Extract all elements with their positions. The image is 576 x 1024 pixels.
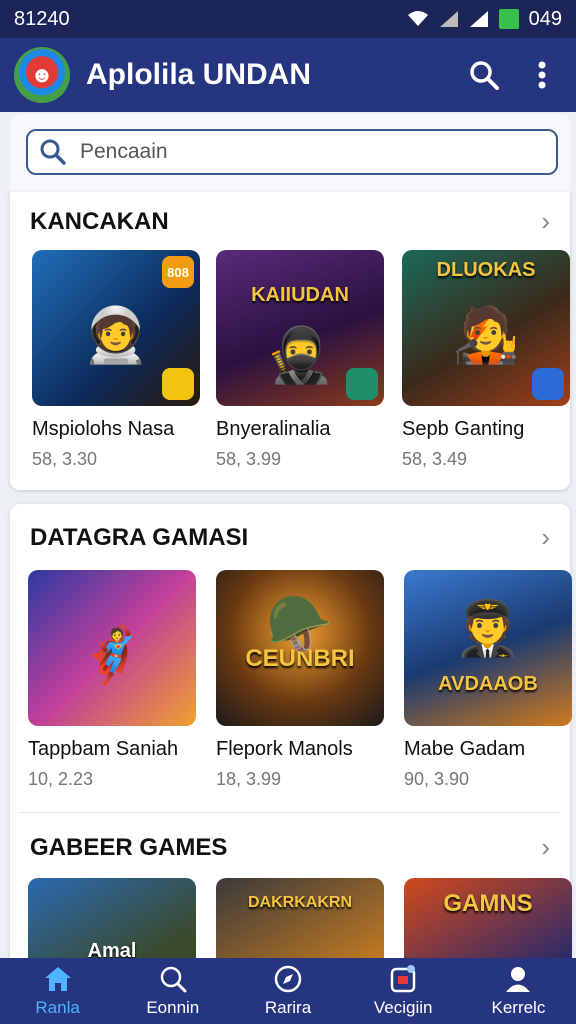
section-header[interactable]: KANCAKAN › bbox=[30, 206, 550, 237]
app-logo[interactable]: ☻ bbox=[14, 47, 70, 103]
status-bar: 81240 049 bbox=[0, 0, 576, 38]
home-icon bbox=[43, 964, 73, 994]
battery-level: 049 bbox=[528, 7, 562, 30]
search-button[interactable] bbox=[464, 55, 504, 95]
soldier-art-icon: 🦸 bbox=[78, 625, 146, 686]
section-header[interactable]: DATAGRA GAMASI › bbox=[30, 522, 550, 553]
nav-label: Rarira bbox=[264, 998, 312, 1017]
wifi-icon bbox=[407, 11, 428, 26]
corner-badge-icon bbox=[346, 368, 378, 400]
section-card-2: DATAGRA GAMASI › 🦸 Tappbam Saniah 10, 2.… bbox=[10, 504, 572, 1024]
corner-badge-icon bbox=[162, 368, 194, 400]
nav-item-downloads[interactable]: Vecigiin bbox=[346, 958, 461, 1024]
signal-icon-2 bbox=[469, 11, 488, 27]
game-name: Flepork Manols bbox=[216, 738, 353, 760]
nav-item-search[interactable]: Eonnin bbox=[115, 958, 230, 1024]
game-tile[interactable]: KAIIUDAN 🥷 Bnyeralinalia 58, 3.99 bbox=[216, 250, 384, 470]
soldier-art-icon: 🧑‍🎤 bbox=[452, 305, 520, 366]
overflow-menu-button[interactable] bbox=[522, 55, 562, 95]
app-title: Aplolila UNDAN bbox=[86, 58, 311, 91]
search-bar[interactable] bbox=[26, 129, 558, 175]
game-name: Mabe Gadam bbox=[404, 738, 526, 760]
bottom-nav: Ranla Eonnin Rarira Vecigiin Kerrelc bbox=[0, 958, 576, 1024]
battery-icon bbox=[498, 9, 519, 29]
signal-icon bbox=[439, 11, 458, 27]
compass-icon bbox=[273, 964, 303, 994]
status-time: 81240 bbox=[14, 7, 70, 30]
rating-badge: 808 bbox=[162, 256, 194, 288]
game-tile[interactable]: 🦸 Tappbam Saniah 10, 2.23 bbox=[28, 570, 196, 790]
downloads-icon bbox=[388, 964, 418, 994]
game-price: 90, 3.90 bbox=[404, 769, 470, 789]
chevron-right-icon[interactable]: › bbox=[541, 832, 550, 863]
game-price: 10, 2.23 bbox=[28, 769, 94, 789]
game-price: 18, 3.99 bbox=[216, 769, 282, 789]
game-art-title: AVDAAOB bbox=[438, 672, 538, 695]
nav-label: Eonnin bbox=[146, 998, 200, 1017]
game-thumbnail[interactable]: DLUOKAS 🧑‍🎤 bbox=[402, 250, 570, 406]
section-title: KANCAKAN bbox=[30, 207, 169, 235]
game-tile[interactable]: CEUNBRI 🪖 Flepork Manols 18, 3.99 bbox=[216, 570, 384, 790]
game-name: Sepb Ganting bbox=[402, 418, 525, 440]
game-thumbnail[interactable]: CEUNBRI 🪖 bbox=[216, 570, 384, 726]
game-art-title: GAMNS bbox=[443, 890, 533, 918]
game-thumbnail[interactable]: 🦸 bbox=[28, 570, 196, 726]
section-title: DATAGRA GAMASI bbox=[30, 523, 249, 551]
nav-item-profile[interactable]: Kerrelc bbox=[461, 958, 576, 1024]
search-input[interactable] bbox=[80, 140, 520, 164]
game-art-title: DAKRKAKRN bbox=[248, 893, 352, 911]
search-icon bbox=[470, 61, 499, 90]
soldier-art-icon: 🧑‍🚀 bbox=[82, 305, 150, 366]
search-icon bbox=[40, 139, 66, 165]
section-header[interactable]: GABEER GAMES › bbox=[30, 832, 550, 863]
nav-label: Ranla bbox=[35, 998, 80, 1017]
soldier-art-icon: 🥷 bbox=[266, 325, 334, 386]
search-container bbox=[10, 114, 570, 192]
nav-item-explore[interactable]: Rarira bbox=[230, 958, 345, 1024]
game-name: Mspiolohs Nasa bbox=[32, 418, 175, 440]
game-price: 58, 3.30 bbox=[32, 449, 98, 469]
corner-badge-icon bbox=[532, 368, 564, 400]
game-tile[interactable]: AVDAAOB 🧑‍✈️ Mabe Gadam 90, 3.90 bbox=[404, 570, 572, 790]
game-art-title: DLUOKAS bbox=[436, 259, 536, 282]
game-thumbnail[interactable]: 🧑‍🚀 808 bbox=[32, 250, 200, 406]
game-thumbnail[interactable]: AVDAAOB 🧑‍✈️ bbox=[404, 570, 572, 726]
profile-icon bbox=[503, 964, 533, 994]
nav-label: Vecigiin bbox=[373, 998, 433, 1017]
game-tile[interactable]: 🧑‍🚀 808 Mspiolohs Nasa 58, 3.30 bbox=[32, 250, 200, 470]
game-price: 58, 3.49 bbox=[402, 449, 468, 469]
app-bar: ☻ Aplolila UNDAN bbox=[0, 38, 576, 112]
game-name: Bnyeralinalia bbox=[216, 418, 331, 440]
chevron-right-icon[interactable]: › bbox=[541, 522, 550, 553]
mascot-icon: ☻ bbox=[30, 62, 54, 87]
section-title: GABEER GAMES bbox=[30, 833, 228, 861]
game-name: Tappbam Saniah bbox=[28, 738, 179, 760]
soldier-art-icon: 🧑‍✈️ bbox=[454, 598, 522, 659]
game-price: 58, 3.99 bbox=[216, 449, 282, 469]
nav-label: Kerrelc bbox=[491, 998, 546, 1017]
search-icon bbox=[158, 964, 188, 994]
more-vert-icon bbox=[538, 61, 546, 89]
game-thumbnail[interactable]: KAIIUDAN 🥷 bbox=[216, 250, 384, 406]
chevron-right-icon[interactable]: › bbox=[541, 206, 550, 237]
soldier-art-icon: 🪖 bbox=[266, 594, 334, 655]
nav-item-home[interactable]: Ranla bbox=[0, 958, 115, 1024]
status-icons: 049 bbox=[407, 8, 562, 31]
section-card-1: KANCAKAN › 🧑‍🚀 808 Mspiolohs Nasa 58, 3.… bbox=[10, 192, 570, 490]
game-tile[interactable]: DLUOKAS 🧑‍🎤 Sepb Ganting 58, 3.49 bbox=[402, 250, 570, 470]
game-art-title: KAIIUDAN bbox=[251, 284, 349, 307]
divider bbox=[20, 812, 560, 813]
